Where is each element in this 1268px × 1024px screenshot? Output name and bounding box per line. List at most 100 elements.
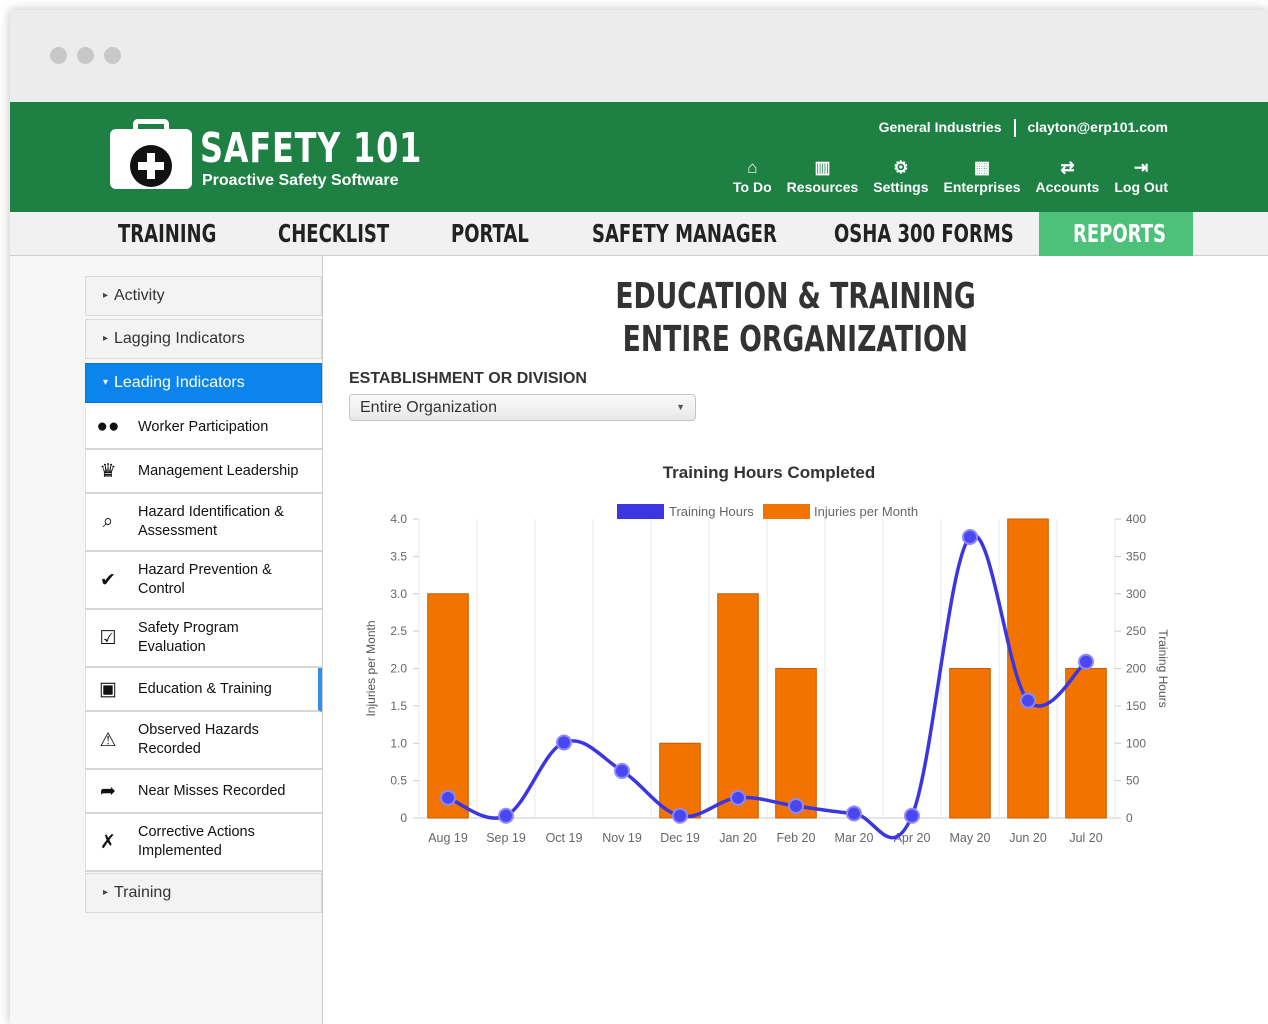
book-icon: ▥ <box>814 158 831 177</box>
top-link-logout[interactable]: ⇥ Log Out <box>1114 158 1168 195</box>
caret-right-icon: ▸ <box>103 333 109 344</box>
sidebar-item-label: Safety Program Evaluation <box>138 620 239 655</box>
top-link-label: Resources <box>786 179 859 195</box>
left-tick-label: 2.0 <box>390 662 407 676</box>
sidebar-item-observed-hazards[interactable]: ⚠ Observed Hazards Recorded <box>85 712 322 770</box>
brand-title: SAFETY 101 <box>200 124 423 172</box>
caret-right-icon: ▸ <box>103 887 109 898</box>
x-tick-label: Aug 19 <box>428 831 468 845</box>
account-line: General Industries clayton@erp101.com <box>879 119 1169 138</box>
point-training-hours <box>556 734 572 751</box>
sidebar-item-worker-participation[interactable]: ●● Worker Participation <box>85 406 322 450</box>
right-tick-label: 50 <box>1126 774 1140 788</box>
left-tick-label: 4.0 <box>390 512 407 526</box>
top-link-enterprises[interactable]: ▦ Enterprises <box>944 158 1021 195</box>
caret-down-icon: ▾ <box>103 377 109 388</box>
legend-swatch-training-hours <box>617 504 664 519</box>
tab-reports[interactable]: REPORTS <box>1073 212 1166 256</box>
page-title-text: EDUCATION & TRAINING <box>615 276 976 317</box>
sidebar-item-education-training[interactable]: ▣ Education & Training <box>85 668 322 712</box>
bar-injuries <box>427 593 469 819</box>
bar-injuries <box>717 593 759 819</box>
establishment-select[interactable]: Entire Organization ▼ <box>349 394 696 421</box>
legend-label-training-hours: Training Hours <box>669 504 754 519</box>
sidebar-item-hazard-identification[interactable]: ⌕ Hazard Identification & Assessment <box>85 494 322 552</box>
sidebar-item-label: Corrective Actions Implemented <box>138 824 255 859</box>
legend-swatch-injuries <box>763 504 810 519</box>
sidebar-item-label: Worker Participation <box>138 418 269 435</box>
top-link-label: Accounts <box>1035 179 1100 195</box>
magnifier-hazard-icon: ⌕ <box>102 511 114 532</box>
divider <box>1013 119 1016 138</box>
home-icon: ⌂ <box>747 158 758 177</box>
tab-safety-manager[interactable]: SAFETY MANAGER <box>592 212 777 256</box>
right-tick-label: 350 <box>1126 549 1146 563</box>
point-training-hours <box>846 805 862 822</box>
right-tick-label: 300 <box>1126 587 1146 601</box>
clipboard-check-icon: ☑ <box>99 627 117 649</box>
right-tick-label: 150 <box>1126 699 1146 713</box>
sidebar-group-leading-indicators[interactable]: ▾ Leading Indicators <box>85 363 322 403</box>
top-link-resources[interactable]: ▥ Resources <box>787 158 859 195</box>
gear-icon: ⚙ <box>893 158 909 177</box>
page-title-line1: EDUCATION & TRAINING <box>323 276 1268 317</box>
y-axis-left-title: Injuries per Month <box>364 620 378 716</box>
x-tick-label: Oct 19 <box>546 831 583 845</box>
transfer-icon: ⇄ <box>1060 158 1075 177</box>
top-link-settings[interactable]: ⚙ Settings <box>873 158 928 195</box>
x-tick-label: Jul 20 <box>1069 831 1102 845</box>
check-circle-icon: ✔ <box>100 569 116 591</box>
window-minimize-dot[interactable] <box>77 47 94 64</box>
tab-portal[interactable]: PORTAL <box>451 212 529 256</box>
sidebar-group-training[interactable]: ▸ Training <box>85 873 322 913</box>
bar-injuries <box>775 668 817 819</box>
top-link-accounts[interactable]: ⇄ Accounts <box>1036 158 1100 195</box>
user-email[interactable]: clayton@erp101.com <box>1028 119 1169 135</box>
x-tick-label: Apr 20 <box>894 831 931 845</box>
sidebar-group-activity[interactable]: ▸ Activity <box>85 276 322 316</box>
bar-injuries <box>659 742 701 819</box>
sidebar-item-corrective-actions[interactable]: ✗ Corrective Actions Implemented <box>85 814 322 872</box>
point-training-hours <box>962 528 978 545</box>
sidebar-group-label: Activity <box>114 287 165 304</box>
tab-osha-300-forms[interactable]: OSHA 300 FORMS <box>834 212 1014 256</box>
window-close-dot[interactable] <box>50 47 67 64</box>
leader-icon: ♛ <box>99 460 117 482</box>
point-training-hours <box>440 789 456 806</box>
x-tick-label: Feb 20 <box>777 831 816 845</box>
x-tick-label: Dec 19 <box>660 831 700 845</box>
sidebar-item-management-leadership[interactable]: ♛ Management Leadership <box>85 450 322 494</box>
point-training-hours <box>730 789 746 806</box>
app-header: SAFETY 101 Proactive Safety Software Gen… <box>10 102 1268 212</box>
sidebar-item-label: Near Misses Recorded <box>138 782 286 799</box>
x-tick-label: Mar 20 <box>835 831 874 845</box>
top-link-label: Settings <box>873 179 929 195</box>
sidebar-group-lagging-indicators[interactable]: ▸ Lagging Indicators <box>85 319 322 359</box>
y-axis-right-title: Training Hours <box>1156 629 1170 707</box>
tab-training[interactable]: TRAINING <box>118 212 216 256</box>
main-nav: TRAINING CHECKLIST PORTAL SAFETY MANAGER… <box>10 212 1268 256</box>
bar-injuries <box>949 668 991 819</box>
sidebar-item-safety-program-evaluation[interactable]: ☑ Safety Program Evaluation <box>85 610 322 668</box>
x-tick-label: May 20 <box>950 831 991 845</box>
select-arrow-icon: ▼ <box>676 402 685 412</box>
window-zoom-dot[interactable] <box>104 47 121 64</box>
tab-checklist[interactable]: CHECKLIST <box>278 212 389 256</box>
top-link-todo[interactable]: ⌂ To Do <box>733 158 772 195</box>
right-tick-label: 250 <box>1126 624 1146 638</box>
sidebar-item-near-misses[interactable]: ➦ Near Misses Recorded <box>85 770 322 814</box>
sidebar-item-hazard-prevention[interactable]: ✔ Hazard Prevention & Control <box>85 552 322 610</box>
point-training-hours <box>672 807 688 824</box>
chart-title: Training Hours Completed <box>663 463 876 482</box>
group-icon: ●● <box>96 416 120 437</box>
x-tick-label: Sep 19 <box>486 831 526 845</box>
left-tick-label: 1.5 <box>390 699 407 713</box>
bar-injuries <box>1065 668 1107 819</box>
point-training-hours <box>788 798 804 815</box>
organization-name[interactable]: General Industries <box>879 119 1002 135</box>
sidebar: ▸ Activity ▸ Lagging Indicators ▾ Leading I… <box>10 256 323 1024</box>
left-tick-label: 1.0 <box>390 736 407 750</box>
sidebar-item-label: Observed Hazards Recorded <box>138 722 259 757</box>
sidebar-group-label: Training <box>114 884 172 901</box>
establishment-select-value: Entire Organization <box>360 399 497 416</box>
